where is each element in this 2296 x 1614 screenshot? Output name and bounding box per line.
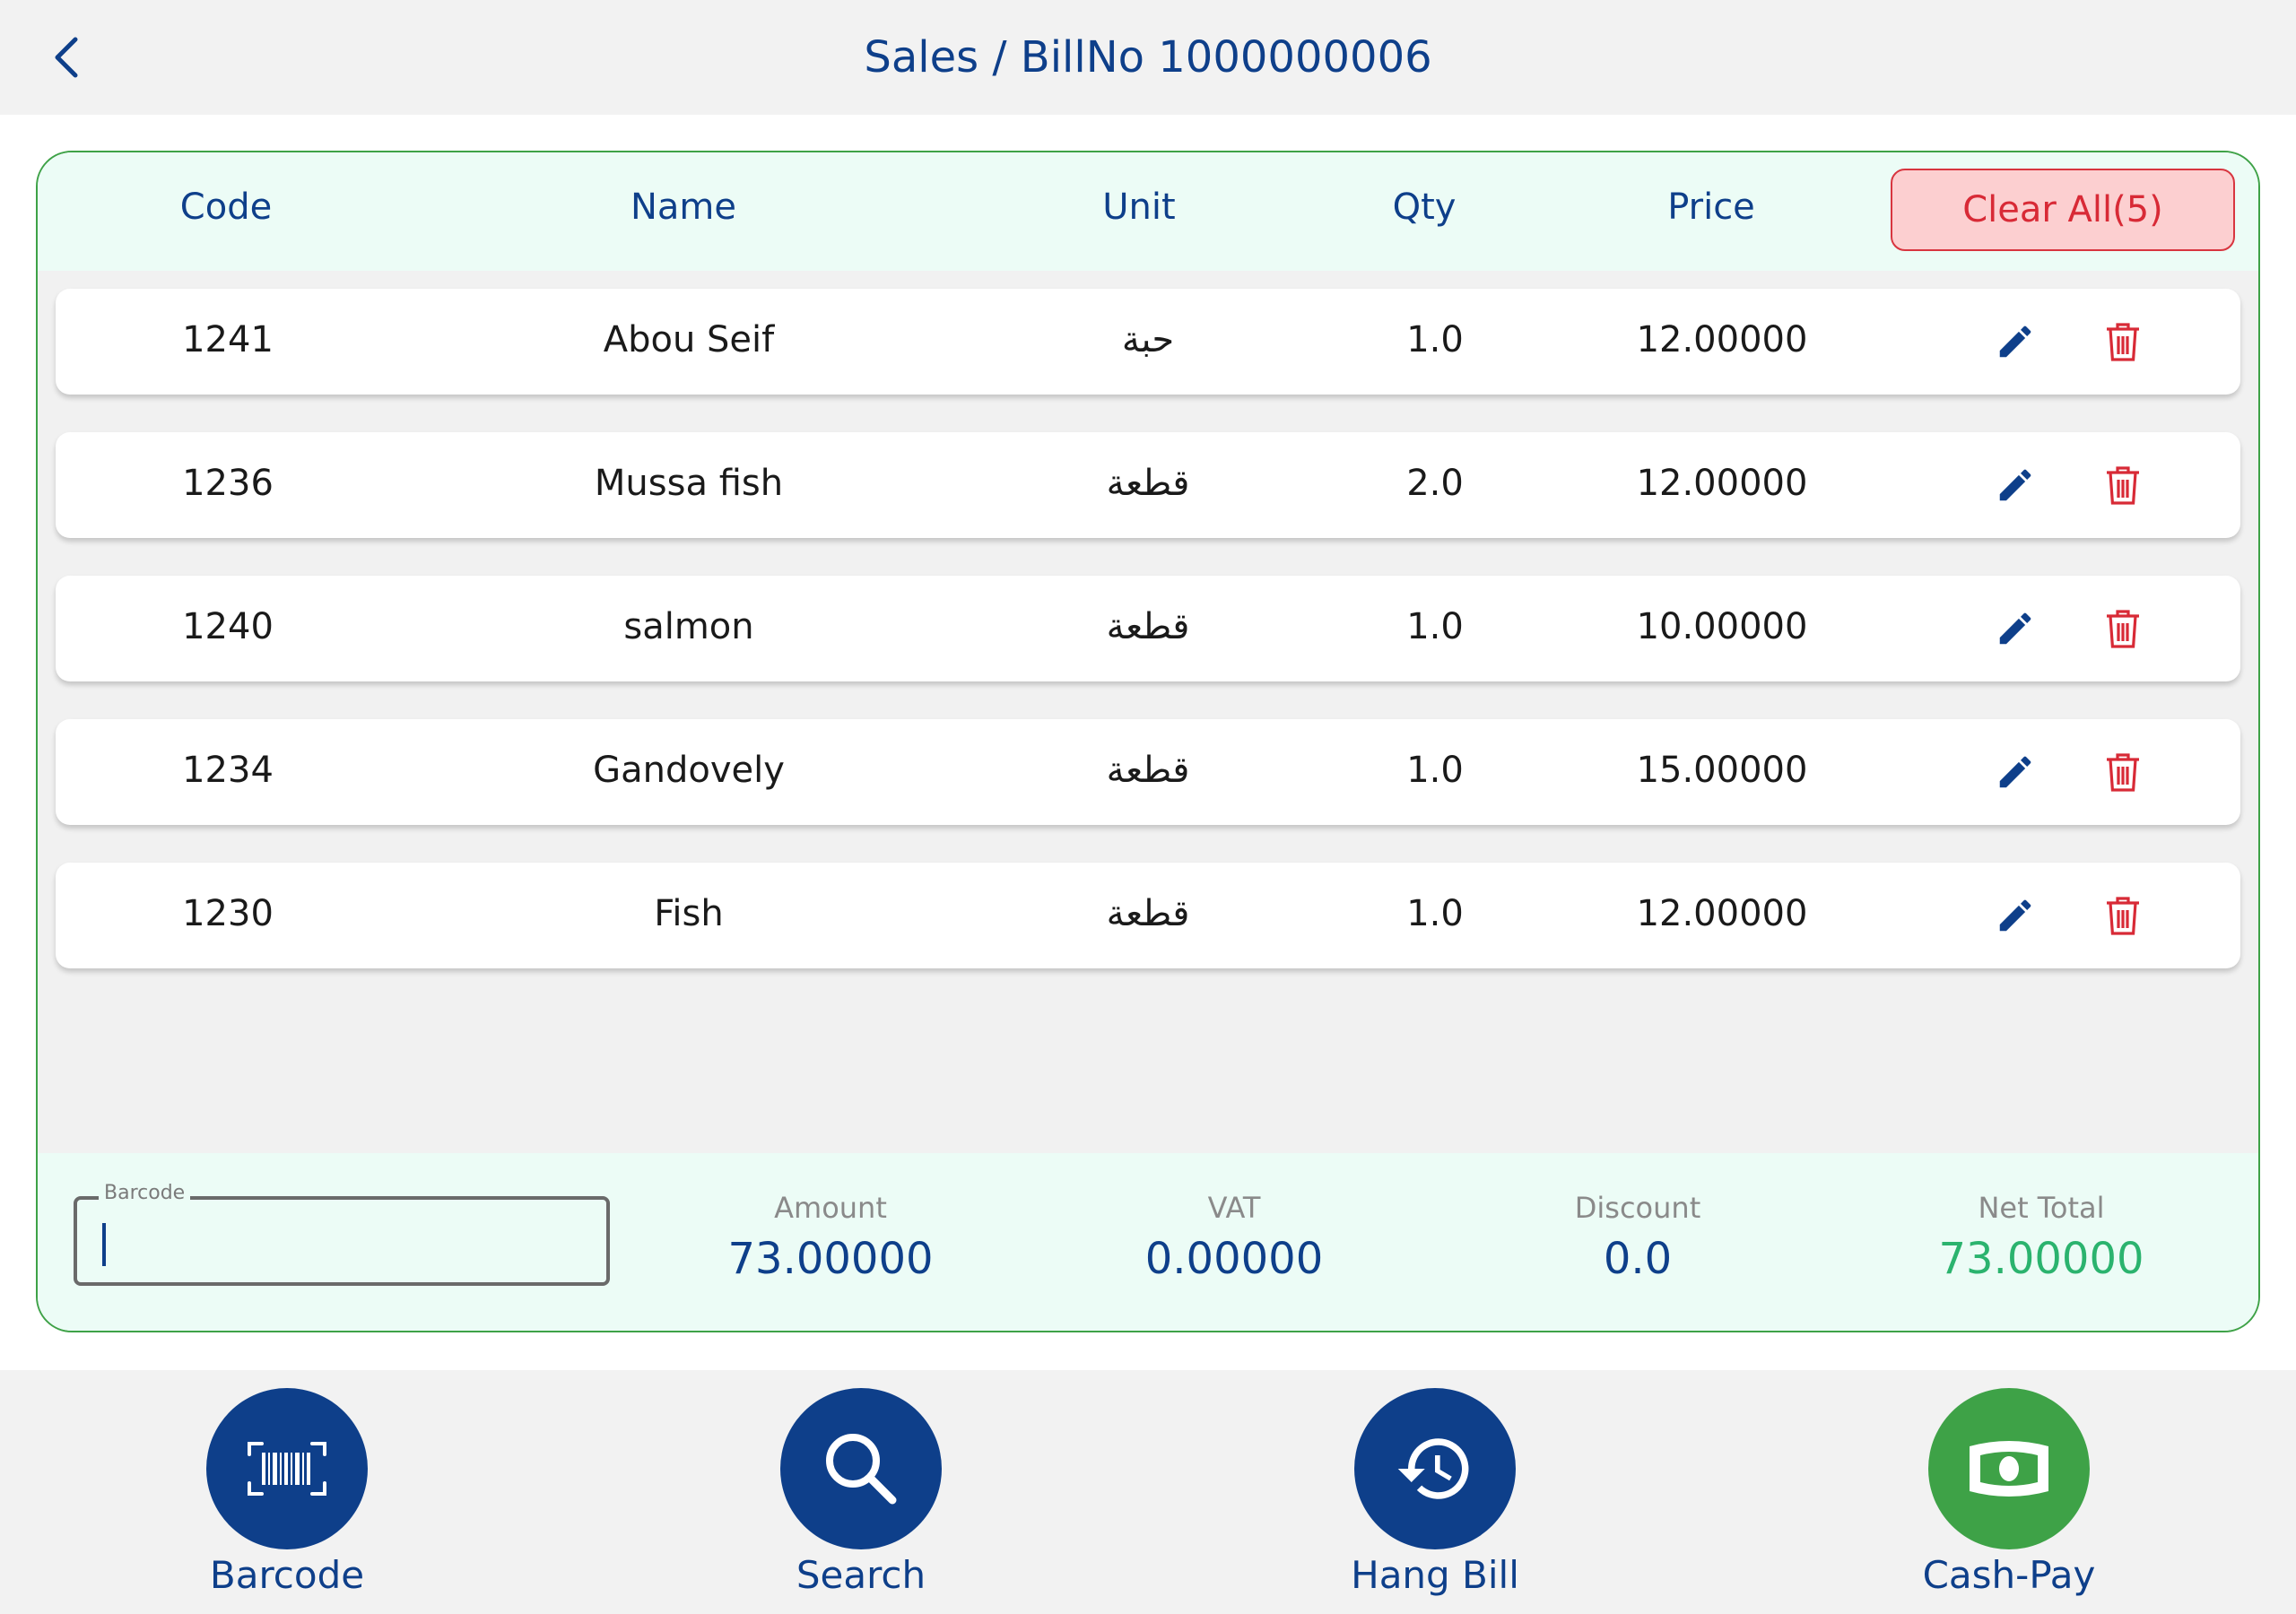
- net-total-value: 73.00000: [1938, 1234, 2144, 1284]
- vat-label: VAT: [1207, 1191, 1261, 1225]
- row-qty: 1.0: [1406, 750, 1464, 791]
- pencil-icon: [1999, 469, 2031, 501]
- hang-bill-action-button[interactable]: Hang Bill: [1318, 1388, 1552, 1597]
- row-price: 10.00000: [1636, 606, 1808, 647]
- cash-pay-action-button[interactable]: Cash-Pay: [1892, 1388, 2126, 1597]
- table-row[interactable]: 1234 Gandovely قطعة 1.0 15.00000: [56, 719, 2240, 825]
- trash-icon: [2107, 323, 2139, 361]
- row-unit: قطعة: [1106, 606, 1190, 647]
- row-name: salmon: [623, 606, 754, 647]
- column-header-price: Price: [1667, 187, 1755, 228]
- net-total-label: Net Total: [1978, 1191, 2105, 1225]
- barcode-action-button[interactable]: Barcode: [170, 1388, 404, 1597]
- barcode-action-circle[interactable]: [206, 1388, 368, 1549]
- edit-button[interactable]: [1993, 893, 2038, 938]
- page-title: Sales / BillNo 1000000006: [864, 32, 1432, 82]
- bill-panel: Code Name Unit Qty Price Clear All(5) 12…: [36, 151, 2260, 1332]
- row-qty: 1.0: [1406, 319, 1464, 360]
- row-price: 12.00000: [1636, 319, 1808, 360]
- search-action-circle[interactable]: [780, 1388, 942, 1549]
- table-row[interactable]: 1240 salmon قطعة 1.0 10.00000: [56, 576, 2240, 681]
- barcode-scan-icon: [248, 1442, 326, 1496]
- delete-button[interactable]: [2100, 893, 2145, 938]
- cash-pay-action-label: Cash-Pay: [1922, 1553, 2096, 1597]
- hang-bill-action-circle[interactable]: [1354, 1388, 1516, 1549]
- clear-all-button[interactable]: Clear All(5): [1891, 169, 2235, 251]
- row-code: 1240: [182, 606, 274, 647]
- hang-bill-action-label: Hang Bill: [1351, 1553, 1519, 1597]
- pencil-icon: [1999, 756, 2031, 788]
- amount-value: 73.00000: [727, 1234, 934, 1284]
- row-unit: قطعة: [1106, 463, 1190, 504]
- column-header-name: Name: [630, 187, 737, 228]
- top-bar: Sales / BillNo 1000000006: [0, 0, 2296, 115]
- magnifier-icon: [826, 1434, 897, 1505]
- table-row[interactable]: 1230 Fish قطعة 1.0 12.00000: [56, 863, 2240, 968]
- barcode-field-label: Barcode: [99, 1182, 191, 1204]
- net-total-summary: Net Total 73.00000: [1938, 1191, 2144, 1284]
- pencil-icon: [1999, 325, 2031, 358]
- trash-icon: [2107, 753, 2139, 792]
- history-icon: [1397, 1438, 1469, 1499]
- edit-button[interactable]: [1993, 750, 2038, 794]
- table-header: Code Name Unit Qty Price Clear All(5): [38, 152, 2258, 271]
- table-row[interactable]: 1236 Mussa fish قطعة 2.0 12.00000: [56, 432, 2240, 538]
- row-code: 1236: [182, 463, 274, 504]
- pencil-icon: [1999, 612, 2031, 645]
- amount-label: Amount: [774, 1191, 887, 1225]
- row-code: 1234: [182, 750, 274, 791]
- trash-icon: [2107, 610, 2139, 648]
- row-qty: 1.0: [1406, 893, 1464, 934]
- column-header-qty: Qty: [1392, 187, 1457, 228]
- barcode-action-label: Barcode: [209, 1553, 365, 1597]
- discount-value: 0.0: [1603, 1234, 1673, 1284]
- table-row[interactable]: 1241 Abou Seif حبة 1.0 12.00000: [56, 289, 2240, 395]
- search-action-label: Search: [796, 1553, 926, 1597]
- row-price: 15.00000: [1636, 750, 1808, 791]
- row-price: 12.00000: [1636, 893, 1808, 934]
- barcode-field[interactable]: Barcode: [74, 1182, 610, 1286]
- action-bar: Barcode Search Hang Bill Cash-Pay: [0, 1370, 2296, 1614]
- trash-icon: [2107, 466, 2139, 505]
- row-name: Abou Seif: [603, 319, 775, 360]
- trash-icon: [2107, 897, 2139, 935]
- row-code: 1230: [182, 893, 274, 934]
- row-code: 1241: [182, 319, 274, 360]
- edit-button[interactable]: [1993, 463, 2038, 508]
- vat-summary: VAT 0.00000: [1145, 1191, 1324, 1284]
- column-header-code: Code: [179, 187, 273, 228]
- pencil-icon: [1999, 899, 2031, 932]
- discount-label: Discount: [1574, 1191, 1701, 1225]
- edit-button[interactable]: [1993, 319, 2038, 364]
- row-price: 12.00000: [1636, 463, 1808, 504]
- search-action-button[interactable]: Search: [744, 1388, 978, 1597]
- row-name: Mussa fish: [594, 463, 784, 504]
- vat-value: 0.00000: [1144, 1234, 1324, 1284]
- totals-footer: Barcode Amount 73.00000 VAT 0.00000 Disc…: [38, 1153, 2258, 1331]
- row-unit: قطعة: [1106, 893, 1190, 934]
- row-unit: قطعة: [1106, 750, 1190, 791]
- banknote-icon: [1970, 1441, 2048, 1497]
- edit-button[interactable]: [1993, 606, 2038, 651]
- row-name: Fish: [654, 893, 724, 934]
- column-header-unit: Unit: [1102, 187, 1176, 228]
- amount-summary: Amount 73.00000: [727, 1191, 933, 1284]
- row-name: Gandovely: [593, 750, 785, 791]
- delete-button[interactable]: [2100, 463, 2145, 508]
- row-unit: حبة: [1121, 319, 1175, 360]
- delete-button[interactable]: [2100, 319, 2145, 364]
- row-qty: 2.0: [1406, 463, 1464, 504]
- delete-button[interactable]: [2100, 750, 2145, 794]
- row-qty: 1.0: [1406, 606, 1464, 647]
- cash-pay-action-circle[interactable]: [1928, 1388, 2090, 1549]
- barcode-input[interactable]: [102, 1218, 587, 1271]
- delete-button[interactable]: [2100, 606, 2145, 651]
- discount-summary: Discount 0.0: [1575, 1191, 1700, 1284]
